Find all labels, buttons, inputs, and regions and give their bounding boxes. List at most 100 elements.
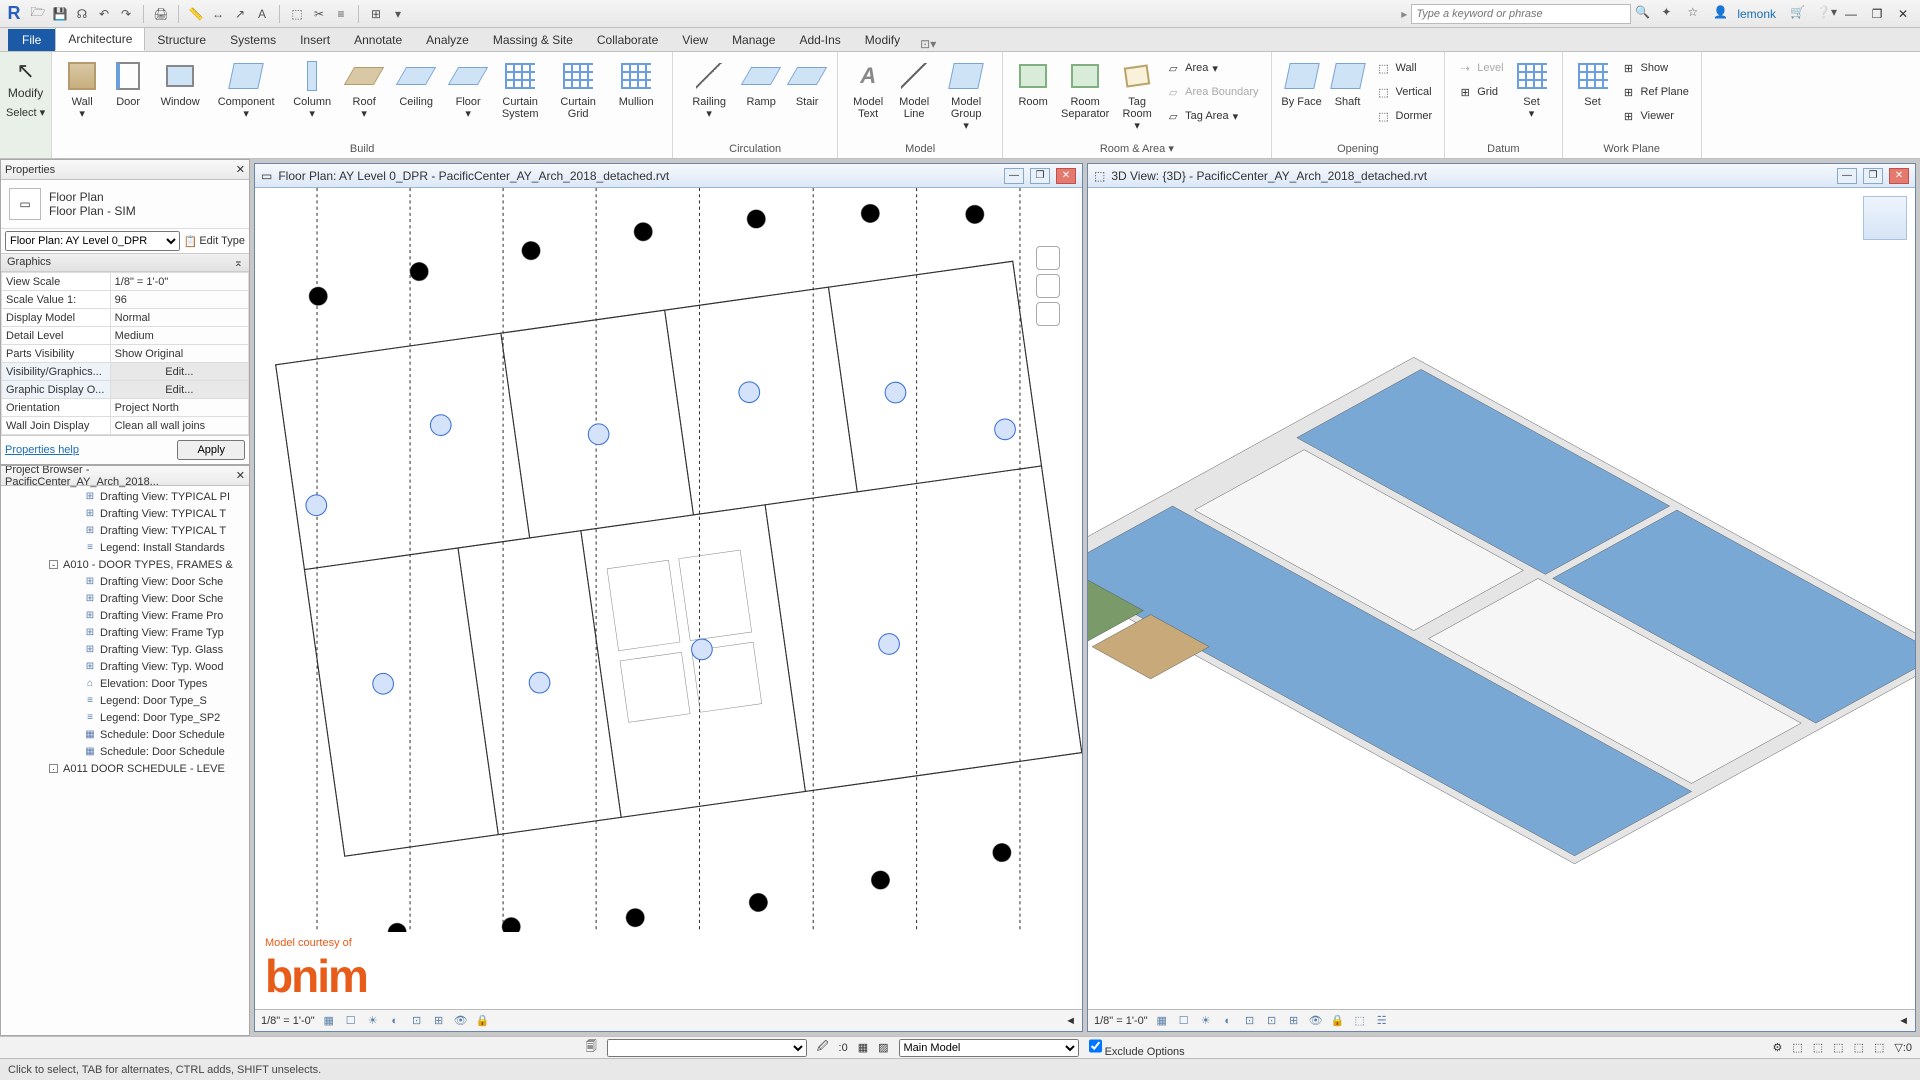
ramp-button[interactable]: Ramp [739,55,783,108]
set-workplane-button[interactable]: Set [1571,55,1615,108]
grid-button[interactable]: ⊞Grid [1453,81,1507,103]
prop-row[interactable]: Parts VisibilityShow Original [2,345,249,363]
sync-icon[interactable]: ☊ [74,6,90,22]
view-close-button[interactable]: ✕ [1889,168,1909,184]
tree-node[interactable]: -A010 - DOOR TYPES, FRAMES & [3,556,247,573]
tree-node[interactable]: ⊞Drafting View: Frame Typ [3,624,247,641]
design-option-select[interactable]: Main Model [899,1039,1079,1057]
shadows-icon[interactable]: ◐ [387,1013,403,1029]
tree-node[interactable]: ⊞Drafting View: TYPICAL T [3,522,247,539]
tab-file[interactable]: File [8,29,55,51]
roof-button[interactable]: Roof▾ [342,55,386,120]
thin-lines-icon[interactable]: ≡ [333,6,349,22]
view1-scale[interactable]: 1/8" = 1'-0" [261,1015,315,1027]
aligned-dim-icon[interactable]: ↗ [232,6,248,22]
tree-node[interactable]: ⊞Drafting View: Typ. Wood [3,658,247,675]
worksets-icon[interactable]: 🗐 [586,1038,597,1057]
ribbon-dialog-icon[interactable]: ⊡▾ [920,37,936,51]
tag-area-button[interactable]: ▱Tag Area ▾ [1161,105,1262,127]
search-chevron-icon[interactable]: ▸ [1401,7,1407,21]
workset-select[interactable] [607,1039,807,1057]
window-button[interactable]: Window [152,55,208,108]
view-min-button[interactable]: — [1837,168,1857,184]
view-close-button[interactable]: ✕ [1056,168,1076,184]
model-text-button[interactable]: AModel Text [846,55,890,120]
reveal-icon[interactable]: 🔒 [475,1013,491,1029]
tab-massing[interactable]: Massing & Site [481,29,585,51]
text-icon[interactable]: A [254,6,270,22]
column-button[interactable]: Column▾ [284,55,340,120]
tab-modify[interactable]: Modify [853,29,912,51]
sunpath-icon[interactable]: ☀ [365,1013,381,1029]
floor-plan-canvas[interactable]: Model courtesy ofbnim [255,188,1082,1009]
shaft-button[interactable]: Shaft [1326,55,1370,108]
save-icon[interactable]: 💾 [52,6,68,22]
by-face-button[interactable]: By Face [1280,55,1324,108]
tab-insert[interactable]: Insert [288,29,342,51]
view-selector[interactable]: Floor Plan: AY Level 0_DPR [5,231,180,251]
print-icon[interactable]: 🖨 [153,6,169,22]
door-button[interactable]: Door [106,55,150,108]
tree-node[interactable]: ⊞Drafting View: Door Sche [3,573,247,590]
crop-icon[interactable]: ⊡ [409,1013,425,1029]
prop-row[interactable]: Scale Value 1:96 [2,291,249,309]
apply-button[interactable]: Apply [177,440,245,460]
prop-row[interactable]: Detail LevelMedium [2,327,249,345]
tree-node[interactable]: ⌂Elevation: Door Types [3,675,247,692]
close-button[interactable]: ✕ [1890,3,1916,25]
prop-row[interactable]: Graphic Display O...Edit... [2,381,249,399]
view2-scale[interactable]: 1/8" = 1'-0" [1094,1015,1148,1027]
sel-filter-icon[interactable]: ⚙ [1772,1041,1782,1054]
tab-manage[interactable]: Manage [720,29,787,51]
tree-node[interactable]: ·A011 DOOR SCHEDULE - LEVE [3,760,247,777]
tab-analyze[interactable]: Analyze [414,29,481,51]
tab-view[interactable]: View [670,29,720,51]
select-dropdown[interactable]: Select ▾ [6,106,45,119]
curtain-system-button[interactable]: Curtain System [492,55,548,120]
maximize-button[interactable]: ❐ [1864,3,1890,25]
datum-set-button[interactable]: Set▾ [1510,55,1554,120]
model-line-button[interactable]: Model Line [892,55,936,120]
view-min-button[interactable]: — [1004,168,1024,184]
measure-icon[interactable]: 📏 [188,6,204,22]
switch-win-icon[interactable]: ▾ [390,6,406,22]
exclude-options[interactable]: Exclude Options [1089,1037,1185,1058]
visual-style-icon[interactable]: ☐ [343,1013,359,1029]
tree-node[interactable]: ⊞Drafting View: Frame Pro [3,607,247,624]
tree-node[interactable]: ⊞Drafting View: Door Sche [3,590,247,607]
tree-node[interactable]: ≡Legend: Door Type_S [3,692,247,709]
prop-row[interactable]: Display ModelNormal [2,309,249,327]
close-properties-icon[interactable]: ✕ [236,163,245,176]
tree-node[interactable]: ⊞Drafting View: TYPICAL PI [3,488,247,505]
tag-room-button[interactable]: Tag Room▾ [1115,55,1159,132]
view-max-button[interactable]: ❐ [1863,168,1883,184]
tab-collaborate[interactable]: Collaborate [585,29,670,51]
section-icon[interactable]: ✂ [311,6,327,22]
tree-node[interactable]: ≡Legend: Door Type_SP2 [3,709,247,726]
railing-button[interactable]: Railing▾ [681,55,737,120]
tree-node[interactable]: ⊞Drafting View: TYPICAL T [3,505,247,522]
room-button[interactable]: Room [1011,55,1055,108]
exchange-icon[interactable]: 🛒 [1790,5,1808,23]
component-button[interactable]: Component▾ [210,55,282,120]
open-icon[interactable]: 🗁 [30,6,46,22]
dormer-button[interactable]: ⬚Dormer [1372,105,1437,127]
detail-icon[interactable]: ▦ [321,1013,337,1029]
wall-button[interactable]: Wall▾ [60,55,104,120]
view-cube[interactable] [1863,196,1907,240]
redo-icon[interactable]: ↷ [118,6,134,22]
mullion-button[interactable]: Mullion [608,55,664,108]
design-options2-icon[interactable]: ▨ [878,1041,888,1054]
area-button[interactable]: ▱Area ▾ [1161,57,1262,79]
properties-help-link[interactable]: Properties help [5,444,79,456]
hide-icon[interactable]: 👁 [453,1013,469,1029]
stair-button[interactable]: Stair [785,55,829,108]
tab-systems[interactable]: Systems [218,29,288,51]
vertical-button[interactable]: ⬚Vertical [1372,81,1437,103]
modify-button[interactable]: ↖Modify [6,58,45,100]
dimension-icon[interactable]: ↔ [210,6,226,22]
tab-architecture[interactable]: Architecture [55,27,145,51]
minimize-button[interactable]: — [1838,3,1864,25]
filter-icon[interactable]: ▽:0 [1894,1041,1912,1054]
edit-type-button[interactable]: 📋 Edit Type [184,235,245,248]
